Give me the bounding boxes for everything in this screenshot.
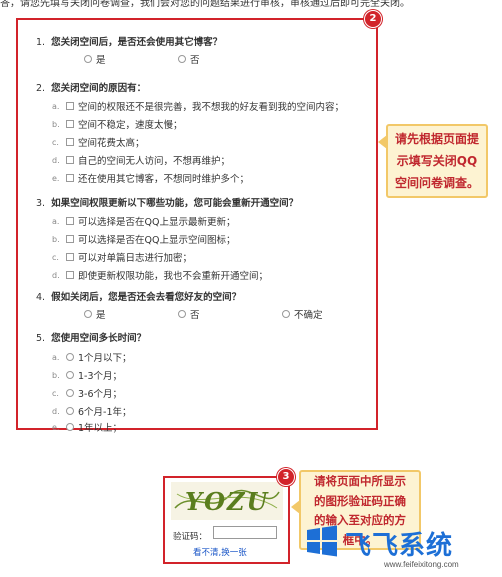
question-4: 4. 假如关闭后，您是否还会去看您好友的空间？ (36, 292, 242, 303)
q2-option-e[interactable]: e. 还在使用其它博客，不想同时维护多个； (52, 171, 249, 186)
q5-option-b[interactable]: b. 1-3个月； (52, 368, 122, 383)
question-5: 5. 您使用空间多长时间？ (36, 333, 147, 344)
radio-icon[interactable] (66, 353, 74, 361)
q5-option-a[interactable]: a. 1个月以下； (52, 350, 132, 365)
q4-option-unsure[interactable]: 不确定 (282, 307, 323, 321)
checkbox-icon[interactable] (66, 253, 74, 261)
radio-icon[interactable] (84, 310, 92, 318)
watermark-brand: 飞飞系统 (345, 531, 454, 561)
q3-option-d[interactable]: d. 即使更新权限功能，我也不会重新开通空间； (52, 268, 268, 283)
step-badge-survey: 2 (364, 10, 382, 28)
step-badge-captcha: 3 (277, 468, 295, 486)
tip-survey-line: 请先根据页面提 (394, 132, 479, 146)
q3-option-c[interactable]: c. 可以对单篇日志进行加密； (52, 250, 192, 265)
checkbox-icon[interactable] (66, 120, 74, 128)
checkbox-icon[interactable] (66, 156, 74, 164)
checkbox-icon[interactable] (66, 271, 74, 279)
tip-captcha-line: 请将页面中所显示 (314, 474, 406, 488)
checkbox-icon[interactable] (66, 102, 74, 110)
captcha-image: YOZU (171, 482, 283, 520)
svg-text:YOZU: YOZU (185, 487, 270, 516)
q5-option-c[interactable]: c. 3-6个月； (52, 386, 122, 401)
captcha-input[interactable] (213, 526, 277, 539)
q5-option-d[interactable]: d. 6个月-1年； (52, 404, 132, 419)
radio-icon[interactable] (66, 389, 74, 397)
question-1: 1. 您关闭空间后，是否还会使用其它博客？ (36, 37, 223, 48)
tip-survey: 请先根据页面提 示填写关闭QQ 空间问卷调查。 (386, 124, 488, 198)
checkbox-icon[interactable] (66, 217, 74, 225)
captcha-box: YOZU 3 验证码： 看不清,换一张 (163, 468, 295, 564)
checkbox-icon[interactable] (66, 174, 74, 182)
top-note: 答，请您先填写关闭问卷调查，我们会对您的问题结果进行审核，审核通过后即可完全关闭… (0, 0, 410, 9)
checkbox-icon[interactable] (66, 235, 74, 243)
q1-option-yes[interactable]: 是 (84, 52, 106, 66)
q3-option-b[interactable]: b. 可以选择是否在QQ上显示空间图标； (52, 232, 235, 247)
captcha-refresh-link[interactable]: 看不清,换一张 (193, 546, 247, 558)
radio-icon[interactable] (178, 55, 186, 63)
q4-option-yes[interactable]: 是 (84, 307, 106, 321)
survey-box: 2 1. 您关闭空间后，是否还会使用其它博客？ 是 否 2. 您关闭空间的原因有： … (16, 10, 382, 434)
windows-logo-icon (307, 525, 337, 557)
radio-icon[interactable] (84, 55, 92, 63)
radio-icon[interactable] (66, 407, 74, 415)
captcha-label: 验证码： (173, 532, 208, 542)
question-2: 2. 您关闭空间的原因有： (36, 83, 147, 94)
q3-option-a[interactable]: a. 可以选择是否在QQ上显示最新更新； (52, 214, 235, 229)
q2-option-c[interactable]: c. 空间花费太高； (52, 135, 145, 150)
checkbox-icon[interactable] (66, 138, 74, 146)
q2-option-a[interactable]: a. 空间的权限还不是很完善，我不想我的好友看到我的空间内容； (52, 99, 344, 114)
tip-survey-line: 示填写关闭QQ (396, 154, 478, 168)
q1-option-no[interactable]: 否 (178, 52, 200, 66)
question-3: 3. 如果空间权限更新以下哪些功能，您可能会重新开通空间？ (36, 198, 299, 209)
radio-icon[interactable] (282, 310, 290, 318)
radio-icon[interactable] (66, 423, 74, 431)
q5-option-e[interactable]: e. 1年以上； (52, 420, 122, 435)
q2-option-b[interactable]: b. 空间不稳定，速度太慢； (52, 117, 183, 132)
tip-captcha-line: 的图形验证码正确 (314, 493, 406, 508)
q2-option-d[interactable]: d. 自己的空间无人访问，不想再维护； (52, 153, 230, 168)
watermark-url: www.feifeixitong.com (384, 560, 459, 569)
q4-option-no[interactable]: 否 (178, 307, 200, 321)
radio-icon[interactable] (178, 310, 186, 318)
radio-icon[interactable] (66, 371, 74, 379)
tip-survey-line: 空间问卷调查。 (394, 176, 479, 190)
